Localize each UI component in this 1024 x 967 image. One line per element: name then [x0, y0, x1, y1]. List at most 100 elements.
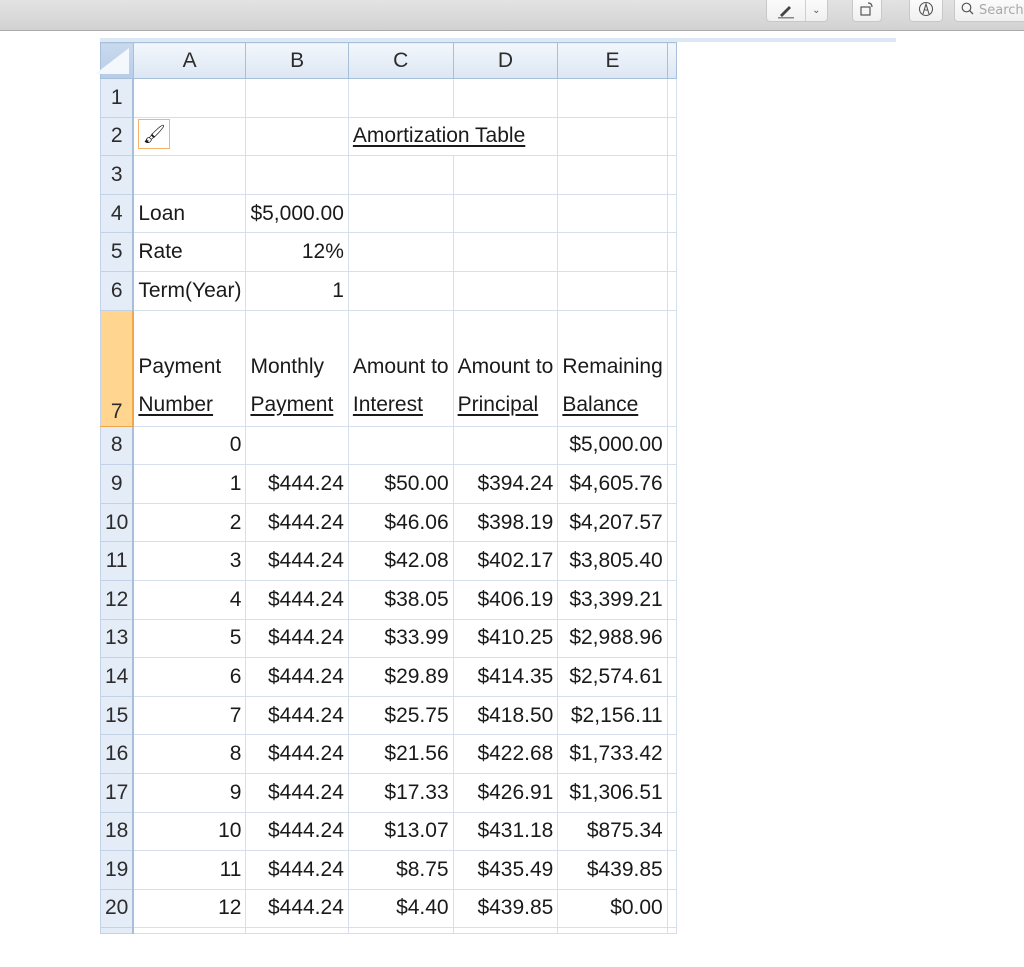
cell[interactable]	[557, 270, 668, 311]
column-header-b[interactable]: B	[245, 42, 349, 79]
monthly-payment-cell[interactable]	[245, 425, 349, 466]
title-cell[interactable]: Amortization Table	[347, 116, 559, 157]
cell[interactable]	[557, 155, 668, 195]
cell[interactable]	[347, 155, 454, 195]
interest-cell[interactable]: $13.07	[347, 811, 454, 852]
cell[interactable]	[452, 270, 559, 311]
row-header[interactable]: 17	[100, 772, 135, 813]
payment-number-cell[interactable]: 8	[132, 734, 247, 774]
chevron-down-icon[interactable]: ⌄	[806, 0, 827, 21]
principal-cell[interactable]: $439.85	[452, 888, 559, 929]
cell[interactable]	[557, 927, 668, 935]
principal-cell[interactable]: $422.68	[452, 734, 559, 774]
cell[interactable]	[666, 155, 677, 195]
row-header[interactable]: 4	[100, 193, 135, 234]
cell[interactable]	[666, 579, 677, 620]
principal-cell[interactable]: $431.18	[452, 811, 559, 852]
cell[interactable]	[666, 193, 677, 234]
cell[interactable]	[666, 425, 677, 466]
cell[interactable]	[666, 811, 677, 852]
row-header[interactable]: 13	[100, 618, 135, 659]
loan-value[interactable]: $5,000.00	[245, 193, 349, 234]
header-remaining-balance[interactable]: Remaining Balance	[557, 309, 668, 427]
term-value[interactable]: 1	[245, 270, 349, 311]
row-header[interactable]: 3	[100, 155, 135, 195]
balance-cell[interactable]: $4,605.76	[557, 464, 668, 504]
interest-cell[interactable]: $33.99	[347, 618, 454, 659]
monthly-payment-cell[interactable]: $444.24	[245, 734, 349, 774]
balance-cell[interactable]: $0.00	[557, 888, 668, 929]
cell[interactable]	[557, 78, 668, 118]
term-label[interactable]: Term(Year)	[132, 270, 247, 311]
principal-cell[interactable]: $394.24	[452, 464, 559, 504]
row-header-partial[interactable]	[100, 927, 135, 935]
row-header-selected[interactable]: 7	[100, 309, 135, 427]
principal-cell[interactable]: $398.19	[452, 502, 559, 543]
cell[interactable]	[347, 78, 454, 118]
principal-cell[interactable]	[452, 425, 559, 466]
column-header-e[interactable]: E	[557, 42, 668, 79]
rotate-button[interactable]	[852, 0, 882, 22]
monthly-payment-cell[interactable]: $444.24	[245, 657, 349, 697]
row-header[interactable]: 19	[100, 850, 135, 890]
row-header[interactable]: 6	[100, 270, 135, 311]
balance-cell[interactable]: $439.85	[557, 850, 668, 890]
cell[interactable]	[666, 270, 677, 311]
cell[interactable]	[666, 772, 677, 813]
monthly-payment-cell[interactable]: $444.24	[245, 772, 349, 813]
cell[interactable]	[347, 232, 454, 272]
row-header[interactable]: 11	[100, 541, 135, 581]
interest-cell[interactable]: $46.06	[347, 502, 454, 543]
balance-cell[interactable]: $4,207.57	[557, 502, 668, 543]
balance-cell[interactable]: $2,156.11	[557, 695, 668, 736]
balance-cell[interactable]: $1,733.42	[557, 734, 668, 774]
cell[interactable]	[666, 541, 677, 581]
cell[interactable]	[557, 116, 668, 157]
cell[interactable]	[666, 618, 677, 659]
principal-cell[interactable]: $418.50	[452, 695, 559, 736]
payment-number-cell[interactable]: 5	[132, 618, 247, 659]
markup-button[interactable]: ⌄	[766, 0, 828, 22]
row-header[interactable]: 8	[100, 425, 135, 466]
payment-number-cell[interactable]: 11	[132, 850, 247, 890]
interest-cell[interactable]: $50.00	[347, 464, 454, 504]
interest-cell[interactable]: $4.40	[347, 888, 454, 929]
interest-cell[interactable]: $21.56	[347, 734, 454, 774]
payment-number-cell[interactable]: 1	[132, 464, 247, 504]
cell[interactable]	[666, 927, 677, 935]
cell[interactable]: 🖌	[132, 116, 247, 157]
payment-number-cell[interactable]: 6	[132, 657, 247, 697]
column-header-a[interactable]: A	[132, 42, 247, 79]
row-header[interactable]: 18	[100, 811, 135, 852]
cell[interactable]	[452, 78, 559, 118]
header-payment-number[interactable]: Payment Number	[132, 309, 247, 427]
balance-cell[interactable]: $2,988.96	[557, 618, 668, 659]
rate-value[interactable]: 12%	[245, 232, 349, 272]
interest-cell[interactable]: $38.05	[347, 579, 454, 620]
cell[interactable]	[666, 502, 677, 543]
monthly-payment-cell[interactable]: $444.24	[245, 464, 349, 504]
cell[interactable]	[132, 155, 247, 195]
header-amount-interest[interactable]: Amount to Interest	[347, 309, 454, 427]
row-header[interactable]: 10	[100, 502, 135, 543]
principal-cell[interactable]: $426.91	[452, 772, 559, 813]
balance-cell[interactable]: $5,000.00	[557, 425, 668, 466]
cell[interactable]	[245, 78, 349, 118]
cell[interactable]	[245, 927, 349, 935]
rate-label[interactable]: Rate	[132, 232, 247, 272]
monthly-payment-cell[interactable]: $444.24	[245, 850, 349, 890]
cell[interactable]	[132, 78, 247, 118]
monthly-payment-cell[interactable]: $444.24	[245, 541, 349, 581]
row-header[interactable]: 12	[100, 579, 135, 620]
cell[interactable]	[452, 155, 559, 195]
payment-number-cell[interactable]: 9	[132, 772, 247, 813]
payment-number-cell[interactable]: 12	[132, 888, 247, 929]
paintbrush-format-icon[interactable]: 🖌	[138, 119, 171, 150]
payment-number-cell[interactable]: 4	[132, 579, 247, 620]
payment-number-cell[interactable]: 0	[132, 425, 247, 466]
cell[interactable]	[452, 927, 559, 935]
loan-label[interactable]: Loan	[132, 193, 247, 234]
monthly-payment-cell[interactable]: $444.24	[245, 618, 349, 659]
principal-cell[interactable]: $406.19	[452, 579, 559, 620]
interest-cell[interactable]: $17.33	[347, 772, 454, 813]
